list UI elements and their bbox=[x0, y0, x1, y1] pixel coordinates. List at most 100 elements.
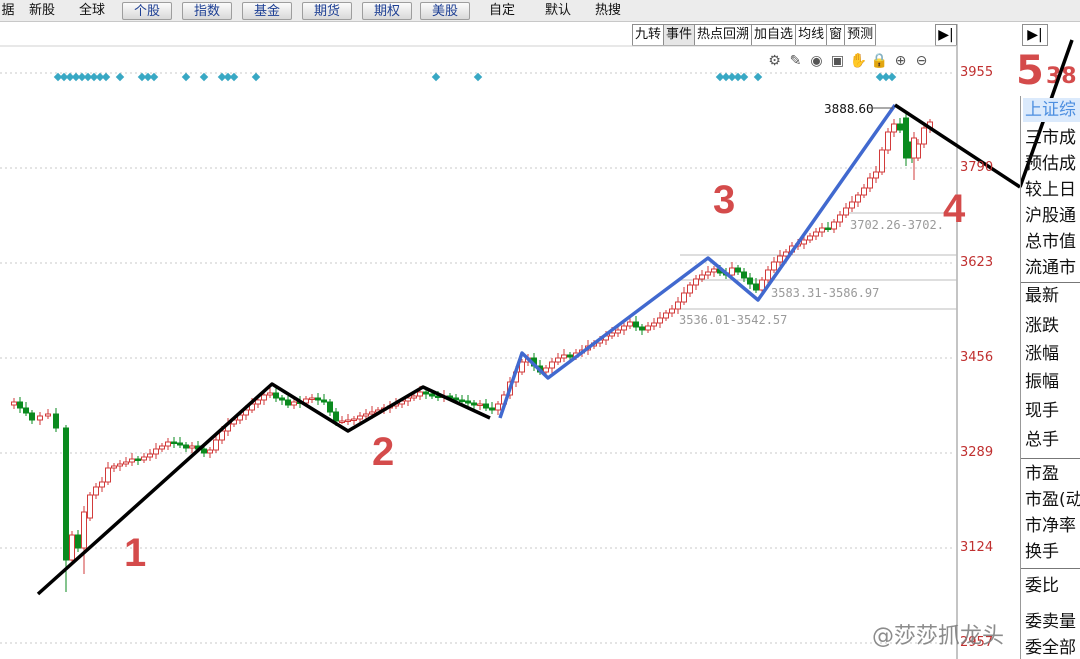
wave-label-3: 3 bbox=[713, 178, 735, 222]
candle-body bbox=[849, 201, 855, 209]
candle-body bbox=[699, 274, 705, 280]
event-marker-icon bbox=[251, 72, 261, 82]
quote-row-pe: 市盈 bbox=[1025, 464, 1059, 484]
candle-body bbox=[87, 494, 93, 519]
candle-body bbox=[807, 235, 813, 241]
candle-body bbox=[135, 458, 141, 461]
quote-row-latest: 最新 bbox=[1025, 286, 1059, 306]
wave-label-4: 4 bbox=[943, 187, 966, 231]
candle-body bbox=[23, 407, 29, 414]
quote-row-vs-prev: 较上日 bbox=[1025, 180, 1076, 200]
candle-body bbox=[615, 329, 621, 334]
candle-body bbox=[651, 322, 657, 327]
quote-panel-title[interactable]: 上证综 bbox=[1023, 98, 1080, 122]
candle-body bbox=[555, 357, 561, 363]
candle-body bbox=[37, 415, 43, 421]
candle-body bbox=[63, 504, 69, 561]
candle-body bbox=[29, 412, 35, 421]
candle-body bbox=[675, 301, 681, 310]
candle-body bbox=[879, 149, 885, 173]
event-marker-icon bbox=[199, 72, 209, 82]
event-marker-icon bbox=[887, 72, 897, 82]
candle-body bbox=[567, 354, 573, 358]
candle-body bbox=[255, 399, 261, 405]
candle-body bbox=[459, 399, 465, 402]
candle-body bbox=[213, 439, 219, 451]
panel-divider bbox=[1021, 458, 1080, 459]
candle-body bbox=[273, 392, 279, 399]
candle-body bbox=[837, 214, 843, 223]
candle-body bbox=[165, 441, 171, 447]
quote-row-total-vol: 总手 bbox=[1025, 430, 1059, 450]
candle-body bbox=[549, 361, 555, 369]
quote-row-ask-volume: 委卖量 bbox=[1025, 612, 1076, 632]
candle-body bbox=[183, 444, 189, 449]
watermark: @莎莎抓龙头 bbox=[872, 624, 1005, 649]
candle-body bbox=[693, 278, 699, 286]
candle-body bbox=[159, 445, 165, 450]
chart-annotations: 3888.60 3702.26-3702. 3583.31-3586.97 35… bbox=[124, 102, 966, 575]
candle-body bbox=[873, 171, 879, 179]
candle-body bbox=[855, 194, 861, 203]
candle-body bbox=[153, 448, 159, 455]
candle-body bbox=[129, 458, 135, 463]
candlestick-chart[interactable]: 3888.60 3702.26-3702. 3583.31-3586.97 35… bbox=[0, 0, 1020, 659]
candle-body bbox=[747, 277, 753, 285]
candle-body bbox=[645, 325, 651, 331]
candle-body bbox=[333, 411, 339, 422]
candle-body bbox=[831, 221, 837, 230]
candle-body bbox=[357, 415, 363, 420]
quote-row-turnover-rate: 换手 bbox=[1025, 542, 1059, 562]
event-marker-icon bbox=[739, 72, 749, 82]
axis-label-3955: 3955 bbox=[960, 65, 994, 80]
candle-body bbox=[117, 463, 123, 467]
candle-body bbox=[741, 271, 747, 279]
wave-line-blue bbox=[498, 103, 897, 419]
candle-body bbox=[261, 394, 267, 401]
candle-body bbox=[111, 465, 117, 469]
candle-body bbox=[423, 391, 429, 395]
candle-body bbox=[861, 187, 867, 196]
quote-row-northbound: 沪股通 bbox=[1025, 206, 1076, 226]
candle-body bbox=[363, 413, 369, 417]
event-marker-icon bbox=[181, 72, 191, 82]
candle-body bbox=[207, 449, 213, 454]
candle-body bbox=[885, 131, 891, 151]
axis-label-3124: 3124 bbox=[960, 540, 994, 555]
peak-price-label: 3888.60 bbox=[824, 102, 874, 116]
candle-body bbox=[53, 413, 59, 429]
candle-body bbox=[141, 456, 147, 461]
candle-body bbox=[813, 231, 819, 237]
candle-body bbox=[411, 395, 417, 399]
candle-body bbox=[663, 312, 669, 319]
candle-body bbox=[765, 269, 771, 281]
candle-body bbox=[639, 326, 645, 331]
candle-body bbox=[291, 401, 297, 406]
candle-body bbox=[69, 534, 75, 561]
candle-body bbox=[921, 127, 927, 145]
range-label-3: 3536.01-3542.57 bbox=[679, 313, 787, 327]
axis-label-3289: 3289 bbox=[960, 445, 994, 460]
wave-label-1: 1 bbox=[124, 531, 146, 575]
candle-body bbox=[17, 401, 23, 409]
quote-row-float-cap: 流通市 bbox=[1025, 258, 1076, 278]
candle-body bbox=[771, 261, 777, 271]
quote-row-last-vol: 现手 bbox=[1025, 401, 1059, 421]
panel-divider bbox=[1021, 282, 1080, 283]
quote-row-amplitude: 振幅 bbox=[1025, 372, 1059, 392]
candle-body bbox=[345, 419, 351, 422]
candle-body bbox=[99, 481, 105, 488]
wave-line-black-1 bbox=[36, 382, 491, 596]
candle-body bbox=[687, 284, 693, 294]
axis-label-3623: 3623 bbox=[960, 255, 994, 270]
candle-body bbox=[189, 445, 195, 449]
axis-label-3790: 3790 bbox=[960, 160, 994, 175]
candle-body bbox=[633, 321, 639, 328]
candle-body bbox=[681, 292, 687, 303]
candle-body bbox=[705, 271, 711, 276]
candle-body bbox=[75, 534, 81, 549]
wave-label-2: 2 bbox=[372, 430, 394, 474]
candle-body bbox=[753, 283, 759, 291]
quote-row-market-cap: 总市值 bbox=[1025, 232, 1076, 252]
candle-body bbox=[309, 397, 315, 400]
